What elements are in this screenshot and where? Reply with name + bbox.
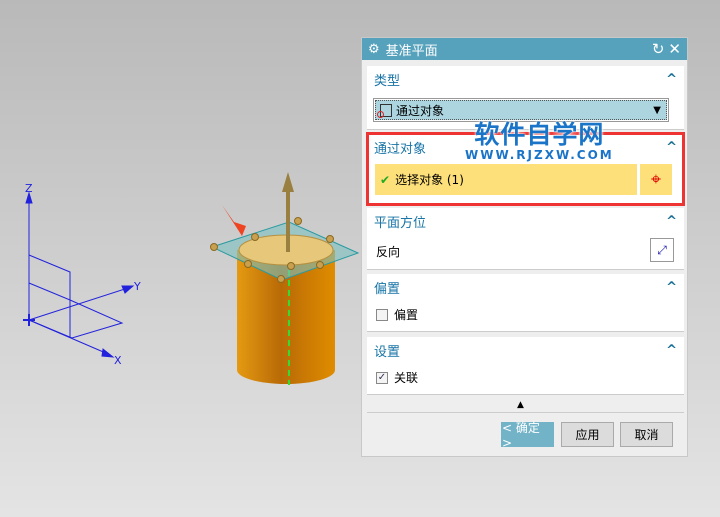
3d-viewport[interactable]: Z Y X [0,0,360,517]
associative-checkbox[interactable]: ✓ 关联 [376,369,418,386]
orientation-section-label: 平面方位 [374,215,427,231]
orientation-section: 平面方位 ^ 反向 ⤢ [367,208,684,270]
watermark-url: WWW.RJZXW.COM [465,148,614,162]
offset-section: 偏置 ^ 偏置 [367,274,684,332]
settings-section: 设置 ^ ✓ 关联 [367,337,684,395]
settings-section-label: 设置 [374,344,401,360]
type-section-label: 类型 [374,73,401,89]
collapse-icon[interactable]: ^ [666,214,677,229]
associative-checkbox-label: 关联 [394,371,419,385]
type-selected-value: 通过对象 [396,103,445,118]
pointer-arrow-icon [222,205,246,236]
close-icon[interactable]: ✕ [668,40,681,58]
dialog-title-bar: ⚙ 基准平面 ↻ ✕ [362,38,687,60]
checkbox-box[interactable] [376,308,388,321]
reverse-label: 反向 [376,245,401,259]
watermark: 软件自学网 WWW.RJZXW.COM [465,115,614,162]
datum-plane-dialog: ⚙ 基准平面 ↻ ✕ 类型 ^ 通过对象 ▼ 通过对象 ^ ✔ 选择对象 (1) ⌖ … [361,37,688,457]
checkbox-box[interactable]: ✓ [376,371,388,384]
expand-more-icon[interactable]: ▲ [517,400,524,410]
collapse-icon[interactable]: ^ [666,280,677,295]
gear-icon: ⚙ [368,41,380,57]
ok-button[interactable]: < 确定 > [501,421,554,450]
collapse-icon[interactable]: ^ [666,72,677,87]
plane-type-icon [377,104,392,118]
axis-z-label: Z [25,182,33,195]
reverse-direction-button[interactable]: ⤢ [650,238,674,262]
apply-button[interactable]: 应用 [561,422,614,447]
cancel-button[interactable]: 取消 [620,422,673,447]
datum-plane-preview[interactable] [210,217,360,283]
offset-section-label: 偏置 [374,281,401,297]
axis-y-label: Y [133,280,141,293]
axis-x-label: X [114,354,122,367]
offset-checkbox[interactable]: 偏置 [376,306,418,323]
watermark-title: 软件自学网 [474,120,605,149]
collapse-icon[interactable]: ^ [666,343,677,358]
offset-checkbox-label: 偏置 [394,308,419,322]
reset-icon[interactable]: ↻ [652,40,665,58]
coordinate-triad [23,191,135,358]
dialog-title: 基准平面 [385,43,438,59]
